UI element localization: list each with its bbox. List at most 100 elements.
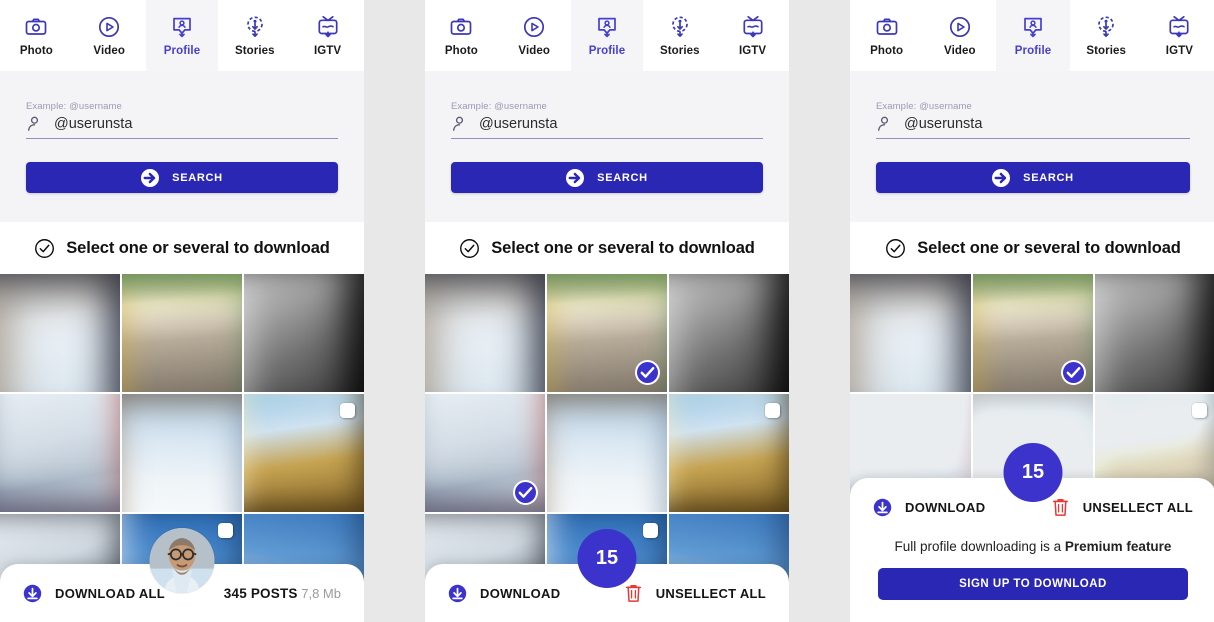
select-checkbox[interactable] <box>218 523 233 538</box>
select-checkbox[interactable] <box>340 403 355 418</box>
tab-profile[interactable]: Profile <box>145 0 219 71</box>
camera-icon <box>875 15 899 39</box>
tab-label: Stories <box>1086 44 1127 57</box>
tab-stories[interactable]: Stories <box>643 0 716 71</box>
download-all-label: DOWNLOAD ALL <box>55 585 165 601</box>
play-circle-icon <box>948 15 972 39</box>
tab-bar-3: Photo Video Profile Stories IGTV <box>850 0 1214 71</box>
tab-video[interactable]: Video <box>73 0 146 71</box>
download-button[interactable]: DOWNLOAD <box>873 498 985 517</box>
photo-cell[interactable] <box>0 274 120 392</box>
photo-thumbnail <box>0 394 120 512</box>
photo-cell[interactable] <box>972 274 1094 392</box>
tab-stories[interactable]: Stories <box>218 0 291 71</box>
photo-cell[interactable] <box>547 274 667 392</box>
tab-label: IGTV <box>1165 44 1194 57</box>
posts-count: 345 POSTS <box>223 585 298 601</box>
igtv-icon <box>741 15 765 39</box>
search-button[interactable]: SEARCH <box>876 162 1190 193</box>
check-circle-icon <box>34 238 55 259</box>
tab-label: Stories <box>234 44 275 57</box>
photo-thumbnail <box>547 394 667 512</box>
photo-cell[interactable] <box>425 394 545 512</box>
tab-video[interactable]: Video <box>923 0 996 71</box>
photo-thumbnail <box>122 274 242 392</box>
search-input-value: @userunsta <box>479 115 558 132</box>
tab-video[interactable]: Video <box>498 0 571 71</box>
panel-gap-2 <box>789 0 850 622</box>
download-button[interactable]: DOWNLOAD <box>448 584 560 603</box>
search-input[interactable]: @userunsta <box>876 115 1190 139</box>
download-all-button[interactable]: DOWNLOAD ALL <box>23 584 165 603</box>
posts-summary: 345 POSTS 7,8 Mb <box>224 586 341 601</box>
download-circle-icon <box>873 498 892 517</box>
search-input-value: @userunsta <box>904 115 983 132</box>
person-icon <box>26 115 43 132</box>
photo-thumbnail <box>850 274 971 392</box>
tab-igtv[interactable]: IGTV <box>716 0 789 71</box>
igtv-icon <box>1167 15 1191 39</box>
search-hint: Example: @username <box>451 101 547 112</box>
search-button[interactable]: SEARCH <box>26 162 338 193</box>
profile-download-icon <box>1021 15 1045 39</box>
camera-icon <box>449 15 473 39</box>
tab-igtv[interactable]: IGTV <box>291 0 364 71</box>
tab-profile[interactable]: Profile <box>570 0 644 71</box>
download-circle-icon <box>448 584 467 603</box>
unselect-all-button[interactable]: UNSELLECT ALL <box>624 583 766 604</box>
photo-cell[interactable] <box>244 394 364 512</box>
search-input[interactable]: @userunsta <box>26 115 338 139</box>
tab-igtv[interactable]: IGTV <box>1143 0 1214 71</box>
photo-cell[interactable] <box>1095 274 1214 392</box>
sign-up-to-download-button[interactable]: SIGN UP TO DOWNLOAD <box>878 568 1188 600</box>
premium-notice-plain: Full profile downloading is a <box>894 539 1065 554</box>
tab-photo[interactable]: Photo <box>425 0 498 71</box>
search-area-1: Example: @username @userunsta SEARCH <box>0 71 364 193</box>
tab-profile[interactable]: Profile <box>996 0 1070 71</box>
select-checkbox[interactable] <box>1191 403 1207 418</box>
tab-label: Photo <box>19 44 53 57</box>
selected-check[interactable] <box>515 482 536 503</box>
select-checkbox[interactable] <box>765 403 780 418</box>
photo-cell[interactable] <box>244 274 364 392</box>
tab-photo[interactable]: Photo <box>0 0 73 71</box>
photo-cell[interactable] <box>669 274 789 392</box>
search-input[interactable]: @userunsta <box>451 115 763 139</box>
selected-check[interactable] <box>1063 362 1085 383</box>
photo-cell[interactable] <box>547 394 667 512</box>
selected-check[interactable] <box>637 362 658 383</box>
tab-label: Profile <box>1014 44 1052 57</box>
search-button[interactable]: SEARCH <box>451 162 763 193</box>
tab-label: IGTV <box>313 44 342 57</box>
tab-photo[interactable]: Photo <box>850 0 923 71</box>
play-circle-icon <box>97 15 121 39</box>
search-area-3: Example: @username @userunsta SEARCH <box>850 71 1214 193</box>
unselect-all-button[interactable]: UNSELLECT ALL <box>1051 497 1193 518</box>
search-button-label: SEARCH <box>1023 171 1074 184</box>
photo-thumbnail <box>669 274 789 392</box>
select-header-text: Select one or several to download <box>66 238 330 257</box>
arrow-right-icon <box>141 168 160 187</box>
select-checkbox[interactable] <box>643 523 658 538</box>
select-header-1: Select one or several to download <box>0 222 364 274</box>
bottom-sheet-download-all: DOWNLOAD ALL 345 POSTS 7,8 Mb <box>0 528 364 622</box>
phone-panel-selection: Photo Video Profile Stories IGTV Example: @u… <box>425 0 789 622</box>
photo-cell[interactable] <box>850 274 971 392</box>
person-icon <box>451 115 468 132</box>
phone-panel-initial: Photo Video Profile Stories IGTV Example: @u… <box>0 0 364 622</box>
unselect-all-label: UNSELLECT ALL <box>655 585 766 601</box>
phone-panel-premium: Photo Video Profile Stories IGTV Example: @u… <box>850 0 1214 622</box>
select-header-text: Select one or several to download <box>491 238 755 257</box>
download-label: DOWNLOAD <box>480 585 561 601</box>
photo-cell[interactable] <box>669 394 789 512</box>
tab-stories[interactable]: Stories <box>1070 0 1143 71</box>
panel-gap-1 <box>364 0 425 622</box>
photo-thumbnail <box>425 274 545 392</box>
photo-cell[interactable] <box>122 394 242 512</box>
photo-cell[interactable] <box>122 274 242 392</box>
tab-label: Stories <box>659 44 700 57</box>
selected-count-badge: 15 <box>1003 443 1063 502</box>
trash-icon <box>624 583 643 604</box>
photo-cell[interactable] <box>425 274 545 392</box>
photo-cell[interactable] <box>0 394 120 512</box>
